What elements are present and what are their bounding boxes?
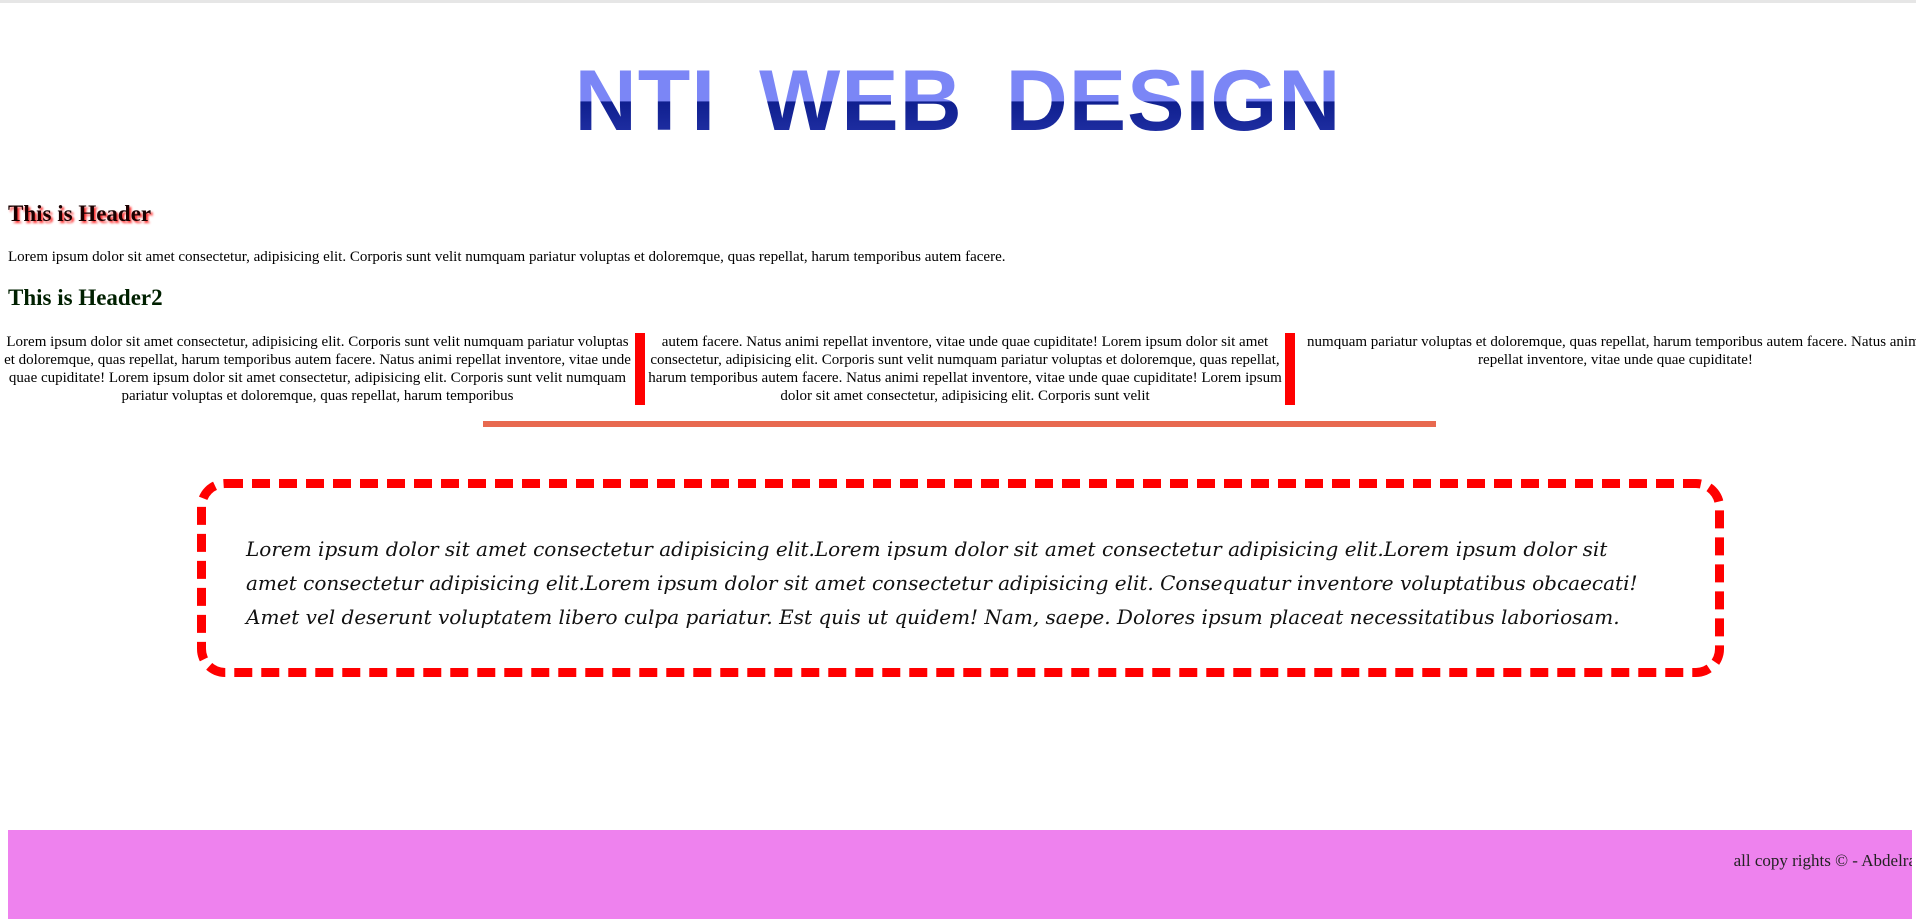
column-rule-1 (635, 333, 645, 405)
intro-paragraph: Lorem ipsum dolor sit amet consectetur, … (8, 249, 1006, 265)
text-column-3: numquam pariatur voluptas et doloremque,… (1307, 334, 1916, 368)
column-rule-2 (1285, 333, 1295, 405)
page: NTI WEB DESIGN This is Header Lorem ipsu… (0, 0, 1916, 919)
text-column-1: Lorem ipsum dolor sit amet consectetur, … (4, 334, 631, 404)
text-column-2: autem facere. Natus animi repellat inven… (648, 334, 1282, 404)
site-logo-title: NTI WEB DESIGN (0, 58, 1916, 144)
section-header: This is Header (8, 201, 152, 226)
footer-copyright: all copy rights © - Abdelra (1733, 851, 1912, 870)
quote-box: Lorem ipsum dolor sit amet consectetur a… (197, 479, 1724, 677)
multi-column-text: Lorem ipsum dolor sit amet consectetur, … (0, 333, 1916, 405)
horizontal-divider (483, 421, 1436, 427)
section-header-2: This is Header2 (8, 285, 163, 310)
footer: all copy rights © - Abdelra (8, 830, 1912, 919)
quote-text: Lorem ipsum dolor sit amet consectetur a… (246, 537, 1638, 629)
